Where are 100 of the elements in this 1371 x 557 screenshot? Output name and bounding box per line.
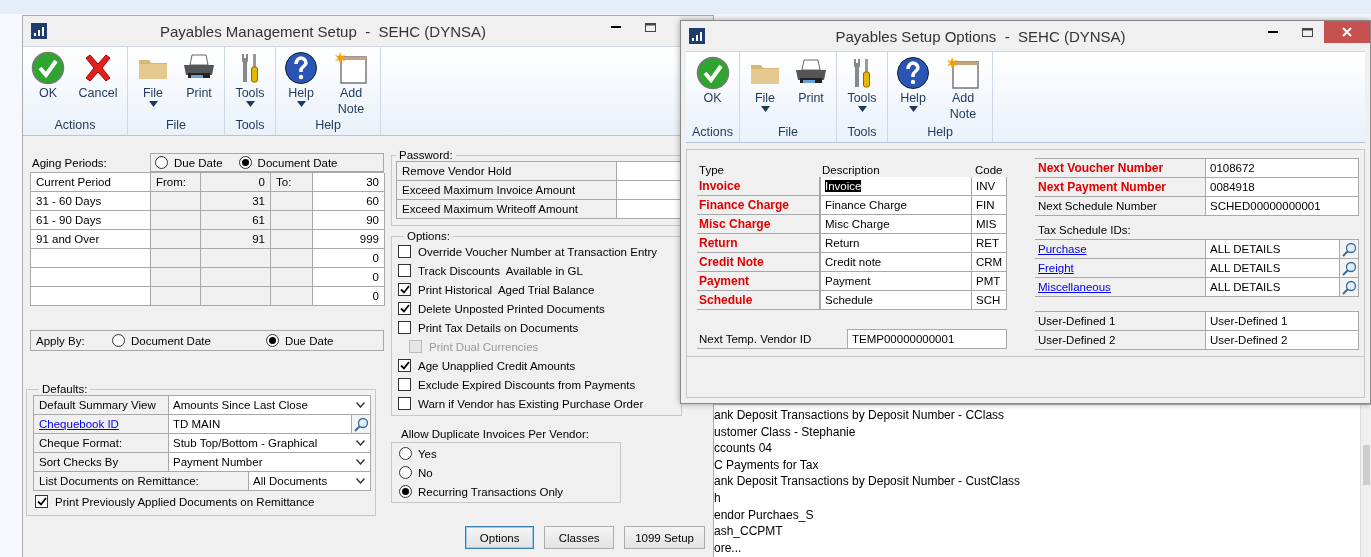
vendor-id-field[interactable]: TEMP00000000001: [847, 329, 1007, 348]
code-field[interactable]: RET: [972, 234, 1007, 253]
field-label: Cheque Format:: [34, 434, 169, 453]
code-field[interactable]: CRM: [972, 253, 1007, 272]
list-item[interactable]: ank Deposit Transactions by Deposit Number - CustClass: [714, 473, 1021, 490]
lookup-field[interactable]: ALL DETAILS: [1206, 259, 1359, 278]
ribbon-button[interactable]: File: [134, 51, 172, 107]
dropdown-field[interactable]: Amounts Since Last Close: [169, 396, 371, 415]
field-link[interactable]: Chequebook ID: [39, 418, 119, 430]
group-title: Password:: [398, 149, 454, 161]
column-header: Code: [974, 162, 1004, 177]
ribbon-group-label: Tools: [847, 125, 877, 139]
tax-schedule-link[interactable]: Purchase: [1038, 243, 1087, 255]
group-title: Options:: [406, 230, 451, 242]
ribbon-button[interactable]: Help: [282, 51, 320, 107]
list-item[interactable]: ore...: [714, 539, 742, 557]
radio-label: Due Date: [174, 156, 223, 169]
table-cell: 0: [201, 173, 271, 192]
list-item[interactable]: ccounts 04: [714, 440, 773, 457]
tax-schedule-link[interactable]: Miscellaneous: [1038, 281, 1111, 293]
ribbon-button[interactable]: Tools: [843, 56, 881, 112]
table-cell: 61 - 90 Days: [31, 211, 151, 230]
ribbon-group-label: Help: [927, 125, 953, 139]
ribbon-button[interactable]: Print: [180, 51, 218, 101]
dropdown-field[interactable]: Payment Number: [169, 453, 371, 472]
table-cell: 999: [313, 230, 385, 249]
dropdown-field[interactable]: Stub Top/Bottom - Graphical: [169, 434, 371, 453]
code-field[interactable]: FIN: [972, 196, 1007, 215]
checkbox-label: Override Voucher Number at Transaction Entry: [418, 245, 658, 258]
field-label: List Documents on Remittance:: [34, 472, 249, 491]
number-field[interactable]: SCHED00000000001: [1206, 197, 1359, 216]
table-cell: 91: [201, 230, 271, 249]
code-field[interactable]: PMT: [972, 272, 1007, 291]
checkbox-label: Print Dual Currencies: [429, 340, 539, 353]
ribbon-button[interactable]: OK: [693, 56, 732, 106]
lookup-field[interactable]: ALL DETAILS: [1206, 278, 1359, 297]
dropdown-field[interactable]: All Documents: [249, 472, 371, 491]
description-field[interactable]: Payment: [820, 272, 972, 291]
user-defined-field[interactable]: User-Defined 2: [1206, 331, 1359, 350]
code-field[interactable]: MIS: [972, 215, 1007, 234]
number-field[interactable]: 0108672: [1206, 159, 1359, 178]
checkbox-label: Exclude Expired Discounts from Payments: [418, 378, 636, 391]
dialog-button[interactable]: Classes: [544, 526, 615, 549]
description-field[interactable]: Return: [820, 234, 972, 253]
code-field[interactable]: INV: [972, 177, 1007, 196]
checkbox-label: Print Previously Applied Documents on Remittance: [55, 495, 315, 508]
ribbon-button[interactable]: OK: [29, 51, 67, 101]
table-cell: 61: [201, 211, 271, 230]
column-header: Description: [821, 162, 881, 177]
list-item[interactable]: ustomer Class - Stephanie: [714, 423, 856, 441]
aging-periods-label: Aging Periods:: [31, 156, 108, 169]
radio-label: No: [418, 466, 433, 479]
dialog-button[interactable]: Options: [465, 526, 535, 549]
ribbon-button[interactable]: Add Note: [328, 51, 374, 117]
description-field[interactable]: Finance Charge: [820, 196, 972, 215]
table-cell: 30: [313, 173, 385, 192]
ribbon-group-label: File: [777, 125, 799, 139]
group-title: Defaults:: [41, 383, 89, 395]
ribbon-group-label: Tools: [235, 118, 265, 132]
tax-schedules-label: Tax Schedule IDs:: [1037, 224, 1132, 236]
lookup-field[interactable]: ALL DETAILS: [1206, 240, 1359, 259]
ribbon-button[interactable]: Add Note: [940, 56, 986, 122]
description-field[interactable]: Invoice: [820, 177, 972, 196]
field-label: Next Payment Number: [1035, 178, 1206, 197]
description-field[interactable]: Misc Charge: [820, 215, 972, 234]
number-field[interactable]: 0084918: [1206, 178, 1359, 197]
list-item[interactable]: C Payments for Tax: [714, 456, 819, 474]
user-defined-field[interactable]: User-Defined 1: [1206, 312, 1359, 331]
ribbon-button[interactable]: File: [746, 56, 784, 112]
checkbox-label: Warn if Vendor has Existing Purchase Order: [418, 397, 644, 410]
ribbon-group-label: Help: [315, 118, 341, 132]
type-label: Credit Note: [697, 253, 820, 272]
type-label: Return: [697, 234, 820, 253]
ribbon-group-label: Actions: [54, 118, 96, 132]
description-field[interactable]: Credit note: [820, 253, 972, 272]
list-item[interactable]: h: [714, 489, 721, 507]
dialog-button[interactable]: 1099 Setup: [624, 526, 705, 549]
ribbon-button[interactable]: Tools: [231, 51, 269, 107]
list-item[interactable]: ash_CCPMT: [714, 523, 783, 540]
ribbon-button[interactable]: Help: [894, 56, 932, 112]
field-label: User-Defined 2: [1035, 331, 1206, 350]
tax-schedule-link[interactable]: Freight: [1038, 262, 1074, 274]
ribbon-button[interactable]: Print: [792, 56, 830, 106]
description-field[interactable]: Schedule: [820, 291, 972, 310]
checkbox-label: Print Historical Aged Trial Balance: [418, 283, 595, 296]
radio-label: Recurring Transactions Only: [418, 485, 564, 498]
list-item[interactable]: ank Deposit Transactions by Deposit Number - CClass: [714, 407, 1005, 424]
lookup-field[interactable]: TD MAIN: [169, 415, 371, 434]
radio-label: Document Date: [131, 334, 211, 347]
checkbox-label: Track Discounts Available in GL: [418, 264, 583, 277]
table-cell: 90: [313, 211, 385, 230]
table-cell: 60: [313, 192, 385, 211]
field-label: Remove Vendor Hold: [397, 162, 617, 181]
field-label: User-Defined 1: [1035, 312, 1206, 331]
ribbon-button[interactable]: Cancel: [75, 51, 121, 101]
list-item[interactable]: endor Purchaes_S: [714, 506, 814, 524]
field-label: Next Schedule Number: [1035, 197, 1206, 216]
type-label: Invoice: [697, 177, 820, 196]
field-label: Exceed Maximum Writeoff Amount: [397, 200, 617, 219]
code-field[interactable]: SCH: [972, 291, 1007, 310]
